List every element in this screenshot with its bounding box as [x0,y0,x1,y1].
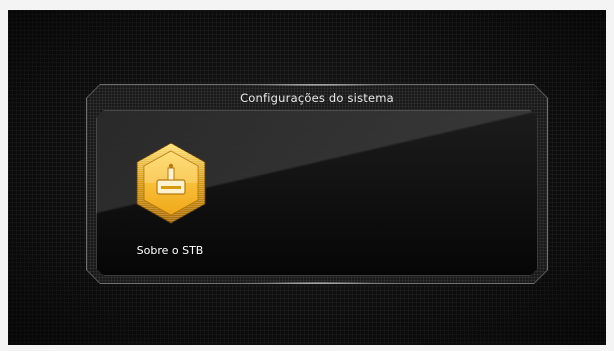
tv-screen: Configurações do sistema Sobre o STB [8,10,606,345]
menu-item-label: Sobre o STB [136,244,204,257]
panel-bottom-glow [238,282,398,284]
info-box-icon [136,142,206,224]
menu-item-about-stb[interactable]: Sobre o STB [118,140,222,266]
panel-top-glow [238,84,398,86]
page-title: Configurações do sistema [240,91,394,105]
